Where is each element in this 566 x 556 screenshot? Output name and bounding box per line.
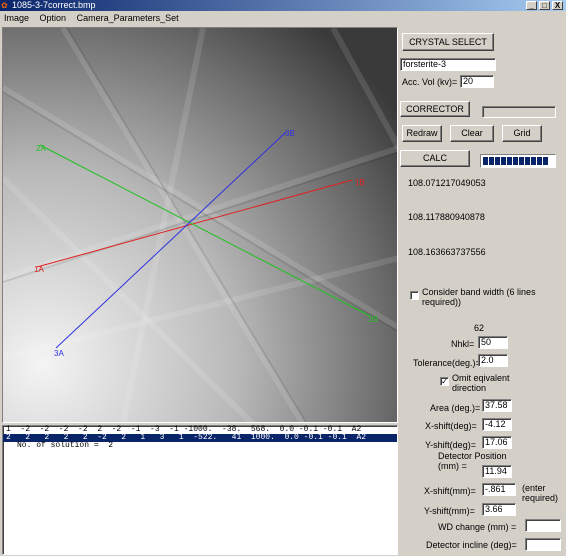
x-shift-mm-label: X-shift(mm)= xyxy=(424,486,476,496)
x-shift-deg-label: X-shift(deg)= xyxy=(425,421,477,431)
crystal-select-button[interactable]: CRYSTAL SELECT xyxy=(402,33,494,51)
label-2a: 2A xyxy=(36,144,46,153)
progress-segment xyxy=(501,157,506,165)
tolerance-label: Tolerance(deg.)= xyxy=(413,358,481,368)
wd-change-label: WD change (mm) = xyxy=(438,522,517,532)
enter-required-note: (enter required) xyxy=(522,483,559,503)
redraw-button[interactable]: Redraw xyxy=(402,125,442,142)
area-label: Area (deg.)= xyxy=(430,403,481,413)
clear-button[interactable]: Clear xyxy=(450,125,494,142)
results-list[interactable]: 1 -2 -2 -2 -2 2 -2 -1 -3 -1 -1000. -38. … xyxy=(2,425,398,555)
count-value: 62 xyxy=(474,323,485,333)
calc-button[interactable]: CALC xyxy=(400,150,470,167)
acc-vol-label: Acc. Vol (kv)= xyxy=(402,77,458,87)
label-3b: 3B xyxy=(285,129,295,138)
progress-segment xyxy=(537,157,542,165)
pattern-background xyxy=(3,28,397,422)
y-shift-deg-label: Y-shift(deg)= xyxy=(425,440,476,450)
corrector-button[interactable]: CORRECTOR xyxy=(400,101,470,117)
label-1a: 1A xyxy=(34,265,44,274)
detector-position-field[interactable]: 11.94 xyxy=(482,465,512,478)
omit-equivalent-checkbox[interactable]: ✓ xyxy=(440,377,449,386)
progress-segment xyxy=(507,157,512,165)
pattern-svg: 1A 1B 2A 2B 3A 3B xyxy=(3,28,397,422)
y-shift-deg-field[interactable]: 17.06 xyxy=(482,436,512,449)
window-title: 1085-3-7correct.bmp xyxy=(12,0,96,10)
progress-segment xyxy=(483,157,488,165)
pattern-image[interactable]: 1A 1B 2A 2B 3A 3B xyxy=(2,27,398,423)
app-icon: ✿ xyxy=(1,1,8,10)
detector-incline-field[interactable] xyxy=(525,538,561,551)
band-width-checkbox[interactable] xyxy=(410,291,419,300)
progress-segment xyxy=(495,157,500,165)
x-shift-mm-field[interactable]: -.861 xyxy=(482,483,516,496)
calc-progress-bar xyxy=(480,154,556,168)
progress-segment xyxy=(525,157,530,165)
area-field[interactable]: 37.58 xyxy=(482,399,512,412)
progress-segment xyxy=(489,157,494,165)
x-shift-deg-field[interactable]: -4.12 xyxy=(482,418,512,431)
angle-value-3: 108.163663737556 xyxy=(408,247,486,257)
title-bar: 1085-3-7correct.bmp xyxy=(0,0,566,11)
angle-value-2: 108.117880940878 xyxy=(408,212,485,222)
wd-change-field[interactable] xyxy=(525,519,561,532)
nhkl-field[interactable]: 50 xyxy=(478,336,508,349)
progress-segment xyxy=(513,157,518,165)
progress-segment xyxy=(543,157,548,165)
menu-image[interactable]: Image xyxy=(0,11,33,25)
close-button[interactable]: X xyxy=(552,1,563,10)
omit-equivalent-label: Omit eqivalent direction xyxy=(452,373,510,393)
label-1b: 1B xyxy=(355,178,365,187)
minimize-button[interactable]: _ xyxy=(526,1,537,10)
corrector-field xyxy=(482,106,556,118)
detector-incline-label: Detector incline (deg)= xyxy=(426,540,517,550)
progress-segment xyxy=(519,157,524,165)
label-3a: 3A xyxy=(54,349,64,358)
maximize-button[interactable]: □ xyxy=(539,1,550,10)
solution-count: No. of solution = 2 xyxy=(17,441,114,450)
y-shift-mm-field[interactable]: 3.66 xyxy=(482,503,516,516)
acc-vol-field[interactable]: 20 xyxy=(460,75,494,88)
grid-button[interactable]: Grid xyxy=(502,125,542,142)
progress-segment xyxy=(531,157,536,165)
band-width-label: Consider band width (6 lines required)) xyxy=(422,287,536,307)
crystal-name-field[interactable]: forsterite-3 xyxy=(400,58,496,71)
tolerance-field[interactable]: 2.0 xyxy=(478,354,508,367)
label-2b: 2B xyxy=(368,315,378,324)
y-shift-mm-label: Y-shift(mm)= xyxy=(424,506,475,516)
menu-bar: Image Option Camera_Parameters_Set xyxy=(0,11,566,25)
menu-option[interactable]: Option xyxy=(36,11,71,25)
angle-value-1: 108.071217049053 xyxy=(408,178,486,188)
nhkl-label: Nhkl= xyxy=(451,339,475,349)
menu-camera-parameters-set[interactable]: Camera_Parameters_Set xyxy=(73,11,183,25)
